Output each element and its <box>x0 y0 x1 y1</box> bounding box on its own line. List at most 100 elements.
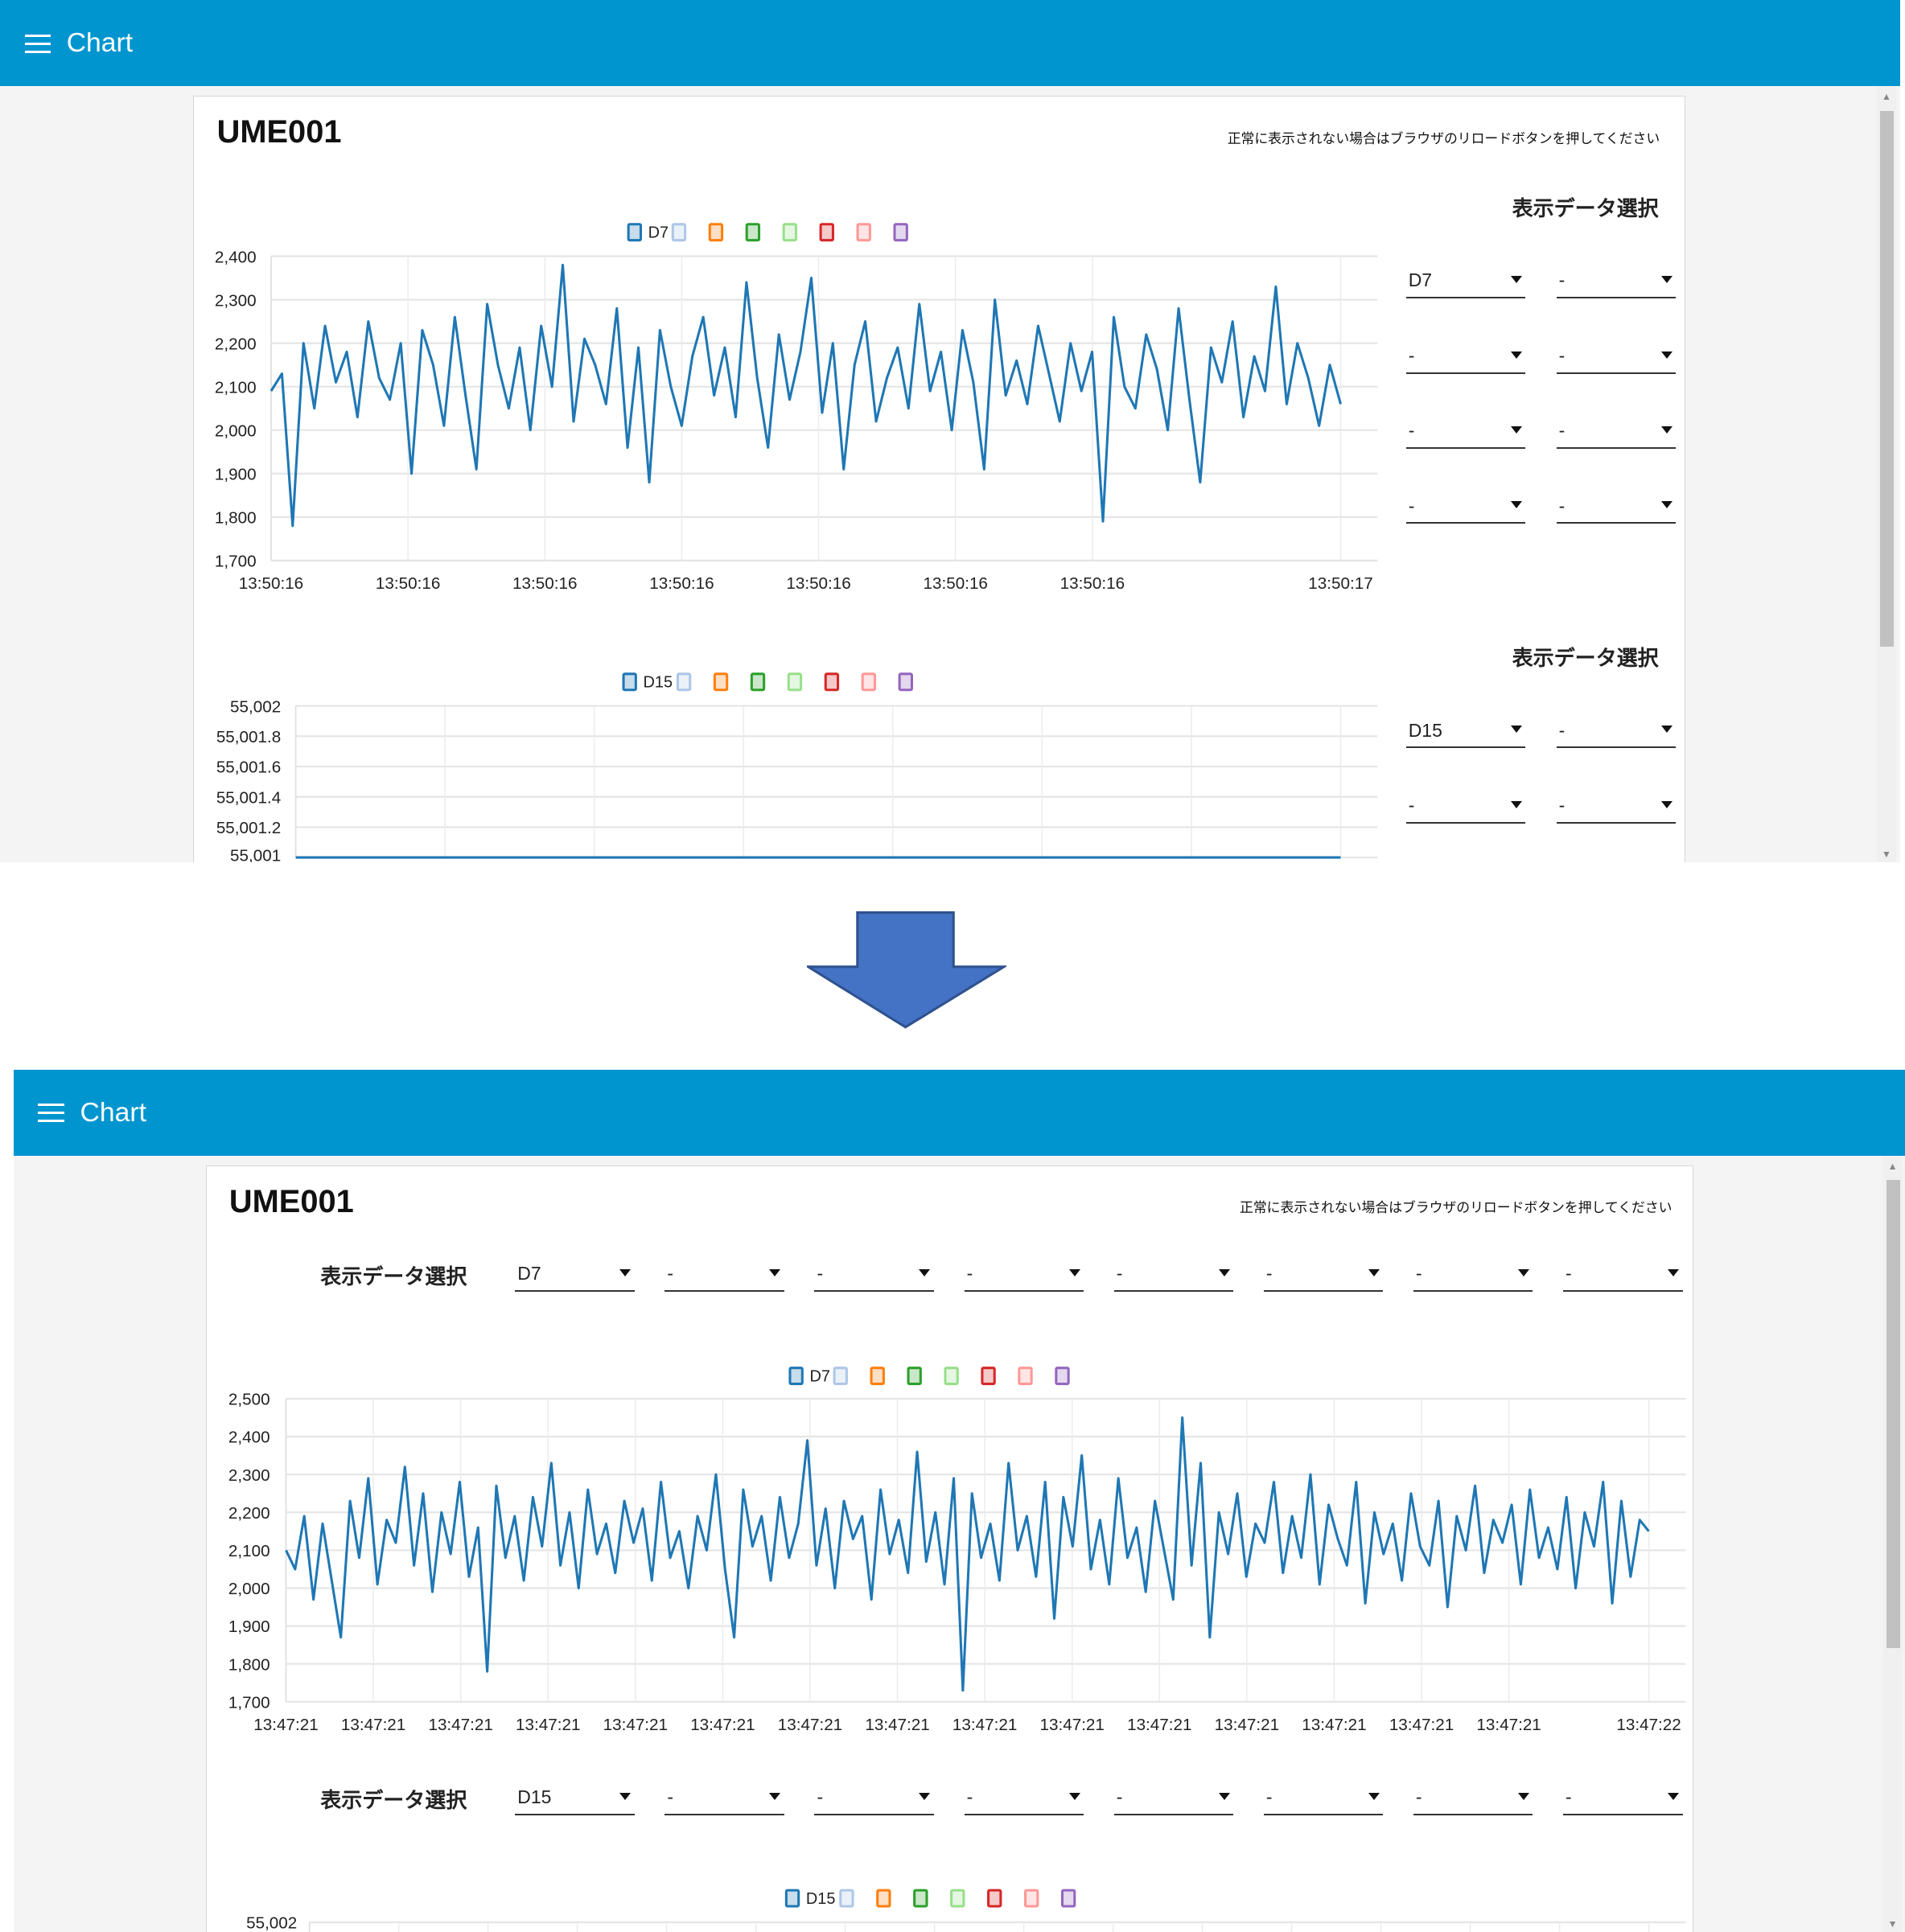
x-tick-label: 13:50:16 <box>239 574 303 593</box>
y-tick-label: 1,900 <box>228 1618 270 1636</box>
legend-swatch-1 <box>788 1366 804 1385</box>
y-tick-label: 2,100 <box>228 1542 270 1560</box>
legend-swatch-8 <box>898 672 913 692</box>
x-tick-label: 13:47:21 <box>1215 1716 1279 1734</box>
legend-label: D15 <box>806 1889 836 1907</box>
x-tick-label: 13:47:21 <box>603 1716 667 1734</box>
chart-2: 55,001 55,001.2 55,001.4 55,001.6 55,001.8 55… <box>216 672 1378 863</box>
y-tick-label: 1,700 <box>215 553 257 571</box>
legend-swatch-2 <box>676 672 692 692</box>
legend-label: D15 <box>644 674 673 692</box>
series-line-D7 <box>284 1416 1650 1692</box>
down-arrow-icon <box>807 911 1007 1030</box>
y-tick-label: 1,700 <box>228 1693 270 1712</box>
stage: Chart UME001 正常に表示されない場合はブラウザのリロードボタンを押し… <box>0 0 1905 1932</box>
x-tick-label: 13:50:17 <box>1308 574 1372 593</box>
legend-swatch-8 <box>893 223 908 242</box>
scrollbar-thumb[interactable] <box>1880 110 1895 647</box>
y-tick-label: 55,001.2 <box>216 819 281 837</box>
legend-swatch-3 <box>876 1889 891 1908</box>
legend-swatch-1 <box>784 1889 800 1908</box>
x-tick-label: 13:47:21 <box>1039 1716 1104 1734</box>
y-tick-label: 55,001.8 <box>216 728 281 746</box>
legend-swatch-3 <box>708 223 724 242</box>
legend-label: D7 <box>809 1367 829 1385</box>
x-tick-label: 13:50:16 <box>1060 574 1125 593</box>
legend-swatch-4 <box>907 1366 922 1385</box>
series-line-D7 <box>269 263 1342 528</box>
legend-swatch-3 <box>870 1366 885 1385</box>
y-tick-label: 55,002 <box>230 697 281 716</box>
charts-svg: 1,700 1,800 1,900 2,000 2,100 2,200 2,300 2,400… <box>215 223 1378 863</box>
legend-swatch-8 <box>1060 1889 1076 1908</box>
x-tick-label: 13:47:21 <box>516 1716 580 1734</box>
legend-swatch-2 <box>833 1366 848 1385</box>
x-tick-label: 13:50:16 <box>924 574 988 593</box>
legend-swatch-5 <box>944 1366 959 1385</box>
legend-swatch-7 <box>856 223 871 242</box>
x-tick-label: 13:47:21 <box>952 1716 1017 1734</box>
legend-swatch-7 <box>1023 1889 1039 1908</box>
charts-svg: 1,700 1,800 1,900 2,000 2,100 2,200 2,300 2,400… <box>228 1366 1686 1932</box>
y-tick-label: 55,001.4 <box>216 788 281 807</box>
legend-swatch-6 <box>986 1889 1002 1908</box>
legend-swatch-2 <box>671 223 687 242</box>
legend-swatch-5 <box>782 223 798 242</box>
y-tick-label: 2,000 <box>228 1580 270 1598</box>
legend-swatch-7 <box>861 672 877 692</box>
y-tick-label: 2,300 <box>215 291 257 310</box>
x-tick-label: 13:47:21 <box>690 1716 755 1734</box>
legend-swatch-1 <box>622 672 637 692</box>
legend-swatch-2 <box>839 1889 854 1908</box>
legend-swatch-6 <box>819 223 834 242</box>
y-tick-label: 2,400 <box>228 1428 270 1446</box>
y-tick-label: 2,000 <box>215 421 257 440</box>
legend-swatch-4 <box>912 1889 928 1908</box>
legend-swatch-4 <box>745 223 761 242</box>
legend-swatch-4 <box>750 672 766 692</box>
legend-swatch-5 <box>787 672 803 692</box>
x-tick-label: 13:50:16 <box>376 574 440 593</box>
x-tick-label: 13:50:16 <box>786 574 850 593</box>
x-tick-label: 13:47:21 <box>1389 1716 1454 1734</box>
screenshot-before: Chart UME001 正常に表示されない場合はブラウザのリロードボタンを押し… <box>0 0 1900 863</box>
y-tick-label: 2,300 <box>228 1465 270 1484</box>
x-tick-label: 13:47:21 <box>865 1716 929 1734</box>
scrollbar[interactable]: ▲ ▼ <box>1882 1155 1903 1932</box>
legend-swatch-7 <box>1018 1366 1033 1385</box>
x-tick-label: 13:47:22 <box>1616 1716 1681 1734</box>
x-tick-label: 13:47:21 <box>1127 1716 1191 1734</box>
x-tick-label: 13:47:21 <box>341 1716 405 1734</box>
x-tick-label: 13:47:21 <box>778 1716 842 1734</box>
y-tick-label: 2,200 <box>215 335 257 353</box>
legend-swatch-6 <box>824 672 840 692</box>
screenshot-after: Chart UME001 正常に表示されない場合はブラウザのリロードボタンを押し… <box>13 1069 1905 1932</box>
chart-4: 55,002 D15 <box>246 1889 1686 1932</box>
legend-swatch-5 <box>949 1889 965 1908</box>
y-tick-label: 1,800 <box>228 1655 270 1674</box>
x-tick-label: 13:47:21 <box>428 1716 492 1734</box>
scrollbar[interactable]: ▲ ▼ <box>1876 86 1897 863</box>
legend-swatch-6 <box>981 1366 996 1385</box>
y-tick-label: 2,400 <box>215 248 257 266</box>
x-tick-label: 13:50:16 <box>649 574 714 593</box>
legend-swatch-8 <box>1055 1366 1070 1385</box>
y-tick-label: 1,800 <box>215 509 257 528</box>
y-tick-label: 55,002 <box>246 1914 297 1932</box>
legend-swatch-1 <box>627 223 643 242</box>
y-tick-label: 2,200 <box>228 1503 270 1522</box>
legend-label: D7 <box>648 224 669 242</box>
y-tick-label: 1,900 <box>215 465 257 483</box>
x-tick-label: 13:50:16 <box>512 574 577 593</box>
y-tick-label: 2,500 <box>228 1390 270 1408</box>
x-tick-label: 13:47:21 <box>1476 1716 1541 1734</box>
y-tick-label: 55,001.6 <box>216 758 281 777</box>
legend-swatch-3 <box>713 672 729 692</box>
x-tick-label: 13:47:21 <box>253 1716 318 1734</box>
chart-1: 1,700 1,800 1,900 2,000 2,100 2,200 2,300 2,400… <box>215 223 1378 593</box>
scrollbar-thumb[interactable] <box>1886 1180 1900 1649</box>
x-tick-label: 13:47:21 <box>1302 1716 1366 1734</box>
y-tick-label: 2,100 <box>215 378 257 397</box>
y-tick-label: 55,001 <box>230 847 281 863</box>
chart-3: 1,700 1,800 1,900 2,000 2,100 2,200 2,300 2,400… <box>228 1366 1686 1734</box>
